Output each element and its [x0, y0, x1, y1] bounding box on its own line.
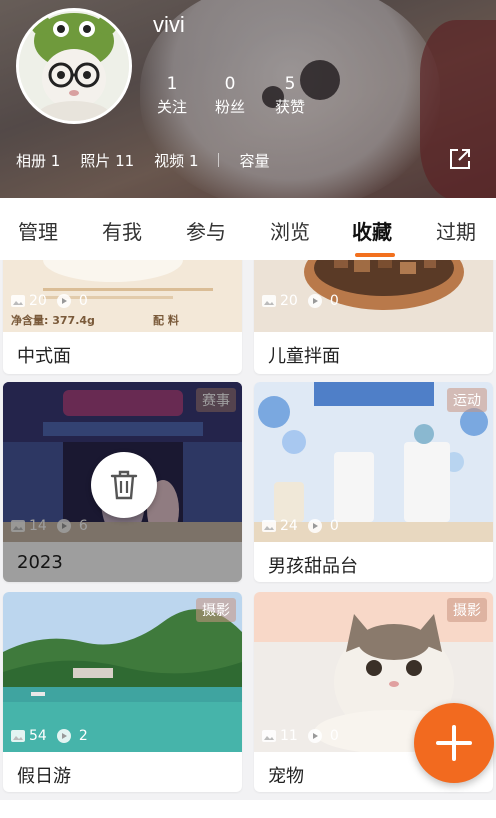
play-icon	[56, 294, 71, 308]
share-icon[interactable]	[448, 147, 472, 171]
stat-following-label: 关注	[156, 98, 187, 116]
photo-total: 24	[280, 518, 298, 534]
stat-likes-count: 5	[284, 74, 296, 94]
add-album-button[interactable]	[414, 703, 494, 783]
album-stats: 20 0	[11, 293, 88, 309]
album-title: 宠物	[268, 766, 304, 787]
stat-following[interactable]: 1 关注	[142, 74, 202, 118]
stat-likes-label: 获赞	[274, 98, 305, 116]
category-badge: 摄影	[447, 598, 487, 622]
profile-header: vivi 1 关注 0 粉丝 5 获赞 相册 1 照片 11 视频 1 容量	[0, 0, 496, 198]
active-tab-indicator	[355, 253, 395, 257]
tab-favorites[interactable]: 收藏	[352, 216, 392, 245]
stat-following-count: 1	[166, 74, 178, 94]
album-stats: 20 0	[262, 293, 339, 309]
photo-total: 20	[29, 293, 47, 309]
packaging-ingredients-text: 配 料	[153, 314, 179, 327]
album-title: 男孩甜品台	[268, 556, 358, 577]
stat-fans-count: 0	[224, 74, 236, 94]
trash-icon	[110, 470, 138, 500]
video-count[interactable]: 视频 1	[154, 150, 198, 171]
username: vivi	[153, 12, 185, 37]
image-icon	[11, 295, 25, 307]
view-total: 0	[329, 518, 339, 534]
image-icon	[262, 295, 276, 307]
album-stats: 24 0	[262, 518, 339, 534]
category-badge: 摄影	[196, 598, 236, 622]
packaging-weight-text: 净含量: 377.4g	[11, 314, 95, 327]
album-card[interactable]: 20 0 儿童拌面	[254, 260, 493, 374]
view-total: 0	[329, 293, 339, 309]
delete-button[interactable]	[91, 452, 157, 518]
stat-likes[interactable]: 5 获赞	[260, 74, 320, 118]
profile-info-bar: 相册 1 照片 11 视频 1 容量	[16, 148, 290, 172]
photo-total: 54	[29, 728, 47, 744]
stat-fans[interactable]: 0 粉丝	[200, 74, 260, 118]
category-badge: 运动	[447, 388, 487, 412]
photo-total: 20	[280, 293, 298, 309]
album-card[interactable]: 运动 24 0 男孩甜品台	[254, 382, 493, 582]
image-icon	[262, 730, 276, 742]
image-icon	[11, 730, 25, 742]
play-icon	[56, 729, 71, 743]
album-title: 中式面	[17, 346, 71, 367]
avatar[interactable]	[16, 8, 132, 124]
album-stats: 11 0	[262, 728, 339, 744]
view-total: 0	[329, 728, 339, 744]
play-icon	[307, 294, 322, 308]
album-count[interactable]: 相册 1	[16, 150, 60, 171]
view-total: 2	[78, 728, 88, 744]
photo-count[interactable]: 照片 11	[80, 150, 134, 171]
album-title: 假日游	[17, 766, 71, 787]
album-card[interactable]: 摄影 54 2 假日游	[3, 592, 242, 792]
info-divider	[218, 153, 220, 167]
album-stats: 54 2	[11, 728, 88, 744]
stat-fans-label: 粉丝	[214, 98, 245, 116]
tab-expired[interactable]: 过期	[436, 216, 476, 245]
tab-manage[interactable]: 管理	[18, 216, 58, 245]
tab-with-me[interactable]: 有我	[102, 216, 142, 245]
photo-total: 11	[280, 728, 298, 744]
album-title: 儿童拌面	[268, 346, 340, 367]
plus-icon	[436, 725, 472, 761]
view-total: 0	[78, 293, 88, 309]
play-icon	[307, 729, 322, 743]
avatar-image	[19, 11, 129, 121]
tab-browsed[interactable]: 浏览	[270, 216, 310, 245]
tab-joined[interactable]: 参与	[186, 216, 226, 245]
capacity-link[interactable]: 容量	[239, 150, 269, 171]
play-icon	[307, 519, 322, 533]
bottom-bar	[0, 800, 496, 818]
album-card[interactable]: 赛事 14 6 2023	[3, 382, 242, 582]
album-tabs: 管理 有我 参与 浏览 收藏 过期	[0, 198, 496, 260]
image-icon	[262, 520, 276, 532]
album-card[interactable]: 净含量: 377.4g 配 料 20 0 中式面	[3, 260, 242, 374]
